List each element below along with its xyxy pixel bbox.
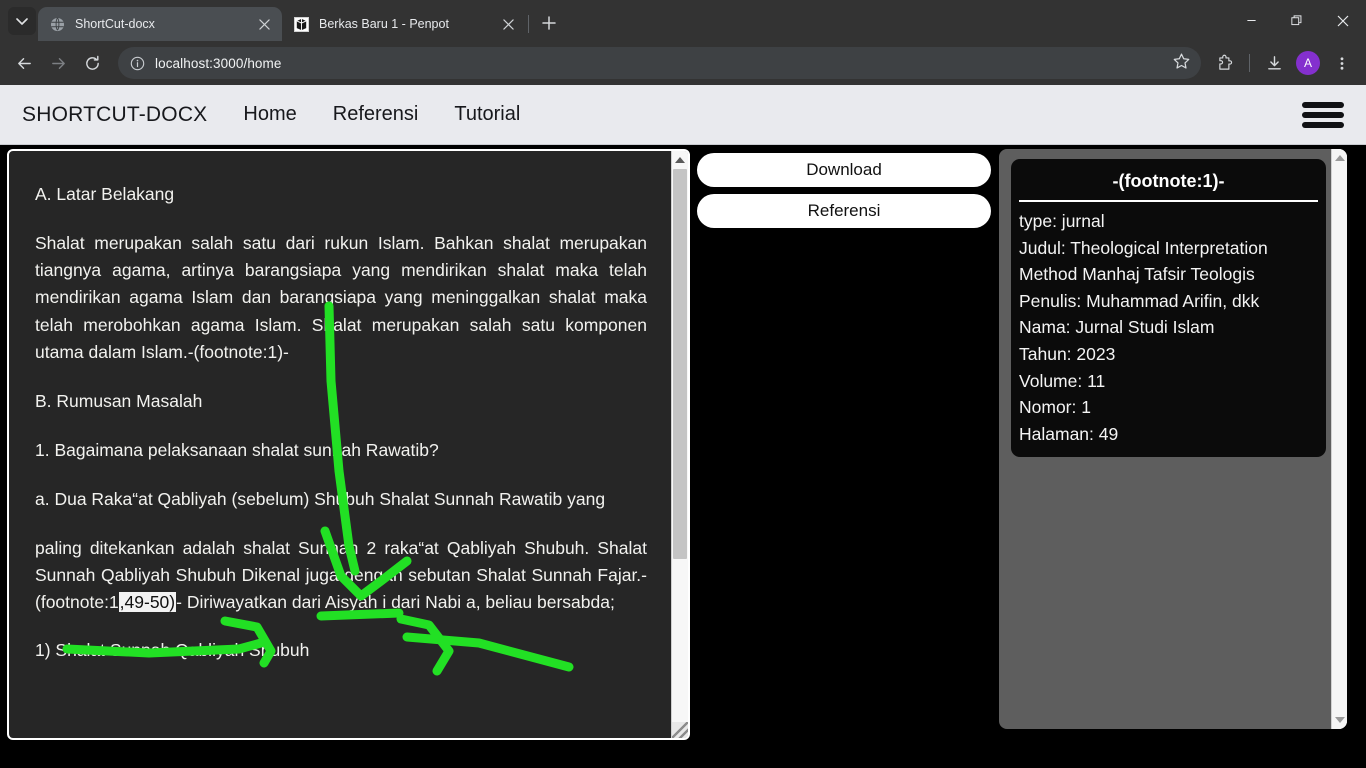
avatar[interactable]: A bbox=[1296, 51, 1320, 75]
document-paragraph: Shalat merupakan salah satu dari rukun I… bbox=[35, 233, 647, 362]
footnote-scrollbar[interactable] bbox=[1331, 149, 1347, 729]
footnote-field-nomor: Nomor: 1 bbox=[1019, 397, 1091, 418]
tab-divider bbox=[528, 15, 529, 33]
close-window-button[interactable] bbox=[1320, 0, 1366, 41]
star-icon[interactable] bbox=[1172, 52, 1191, 76]
download-icon[interactable] bbox=[1258, 47, 1290, 79]
footnote-field-type: type: jurnal bbox=[1019, 211, 1105, 231]
brand-title[interactable]: SHORTCUT-DOCX bbox=[22, 103, 207, 127]
footnote-field-halaman: Halaman: 49 bbox=[1019, 423, 1119, 444]
document-text[interactable]: A. Latar Belakang Shalat merupakan salah… bbox=[9, 151, 671, 738]
page-body: A. Latar Belakang Shalat merupakan salah… bbox=[0, 145, 1366, 768]
document-paragraph: 1. Bagaimana pelaksanaan shalat sunnah R… bbox=[35, 439, 439, 460]
site-navbar: SHORTCUT-DOCX Home Referensi Tutorial bbox=[0, 85, 1366, 145]
document-viewer[interactable]: A. Latar Belakang Shalat merupakan salah… bbox=[7, 149, 690, 740]
selected-text-highlight[interactable]: ,49-50) bbox=[118, 592, 177, 613]
forward-arrow-icon[interactable] bbox=[42, 47, 74, 79]
footnote-fields: type: jurnal Judul: Theological Interpre… bbox=[1019, 202, 1318, 447]
window-controls bbox=[1228, 0, 1366, 41]
nav-link-home[interactable]: Home bbox=[243, 103, 296, 126]
toolbar-divider bbox=[1249, 54, 1250, 72]
scrollbar-thumb[interactable] bbox=[673, 169, 687, 559]
browser-tab-strip: ShortCut-docx Berkas Baru 1 - Penpot bbox=[0, 0, 1366, 41]
browser-toolbar: localhost:3000/home A bbox=[0, 41, 1366, 85]
footnote-panel-content: -(footnote:1)- type: jurnal Judul: Theol… bbox=[999, 149, 1331, 729]
minimize-button[interactable] bbox=[1228, 0, 1274, 41]
address-bar[interactable]: localhost:3000/home bbox=[118, 47, 1201, 79]
footnote-field-judul: Judul: Theological Interpretation Method… bbox=[1019, 237, 1268, 285]
penpot-icon bbox=[293, 16, 310, 33]
tab-title: ShortCut-docx bbox=[75, 17, 155, 31]
footnote-card[interactable]: -(footnote:1)- type: jurnal Judul: Theol… bbox=[1011, 159, 1326, 458]
tab-search-icon[interactable] bbox=[8, 7, 36, 35]
arrow-down-icon bbox=[1334, 717, 1345, 723]
url-text: localhost:3000/home bbox=[155, 55, 282, 71]
referensi-button[interactable]: Referensi bbox=[697, 194, 991, 228]
reload-icon[interactable] bbox=[76, 47, 108, 79]
resize-grip-icon[interactable] bbox=[672, 722, 688, 738]
document-paragraph: A. Latar Belakang bbox=[35, 184, 175, 204]
puzzle-icon[interactable] bbox=[1209, 47, 1241, 79]
footnote-field-penulis: Penulis: Muhammad Arifin, dkk bbox=[1019, 290, 1260, 311]
close-icon[interactable] bbox=[499, 15, 517, 33]
download-button[interactable]: Download bbox=[697, 153, 991, 187]
nav-link-referensi[interactable]: Referensi bbox=[333, 103, 419, 126]
document-paragraph-with-selection: paling ditekankan adalah shalat Sunnah 2… bbox=[35, 535, 647, 616]
footnote-title: -(footnote:1)- bbox=[1019, 165, 1318, 202]
scroll-down-button[interactable] bbox=[1332, 711, 1347, 729]
close-icon[interactable] bbox=[255, 15, 273, 33]
selection-suffix-text: - Diriwayatkan dari Aisyah i dari Nabi a… bbox=[176, 592, 615, 613]
document-paragraph: 1) Shalat Sunnah Qabliyah Shubuh bbox=[35, 639, 310, 660]
nav-link-tutorial[interactable]: Tutorial bbox=[454, 103, 520, 126]
browser-tab-penpot[interactable]: Berkas Baru 1 - Penpot bbox=[282, 7, 526, 41]
arrow-up-icon bbox=[1334, 154, 1345, 161]
scroll-up-button[interactable] bbox=[672, 151, 688, 168]
info-circle-icon[interactable] bbox=[130, 56, 145, 71]
back-arrow-icon[interactable] bbox=[8, 47, 40, 79]
scroll-up-button[interactable] bbox=[1332, 149, 1347, 166]
document-paragraph: B. Rumusan Masalah bbox=[35, 390, 203, 411]
maximize-button[interactable] bbox=[1274, 0, 1320, 41]
document-scrollbar[interactable] bbox=[671, 151, 688, 738]
browser-window: ShortCut-docx Berkas Baru 1 - Penpot loc… bbox=[0, 0, 1366, 768]
new-tab-button[interactable] bbox=[535, 9, 563, 37]
footnote-panel[interactable]: -(footnote:1)- type: jurnal Judul: Theol… bbox=[999, 149, 1347, 729]
arrow-up-icon bbox=[675, 156, 685, 163]
hamburger-icon[interactable] bbox=[1302, 100, 1344, 130]
nav-links: Home Referensi Tutorial bbox=[243, 103, 520, 126]
action-buttons: Download Referensi bbox=[697, 153, 991, 228]
globe-icon bbox=[49, 16, 66, 33]
footnote-field-volume: Volume: 11 bbox=[1019, 370, 1106, 391]
browser-tab-shortcut-docx[interactable]: ShortCut-docx bbox=[38, 7, 282, 41]
tab-title: Berkas Baru 1 - Penpot bbox=[319, 17, 449, 31]
document-paragraph: a. Dua Raka“at Qabliyah (sebelum) Shubuh… bbox=[35, 489, 606, 509]
footnote-field-nama: Nama: Jurnal Studi Islam bbox=[1019, 317, 1215, 338]
three-dot-menu-icon[interactable] bbox=[1326, 47, 1358, 79]
footnote-field-tahun: Tahun: 2023 bbox=[1019, 343, 1116, 364]
